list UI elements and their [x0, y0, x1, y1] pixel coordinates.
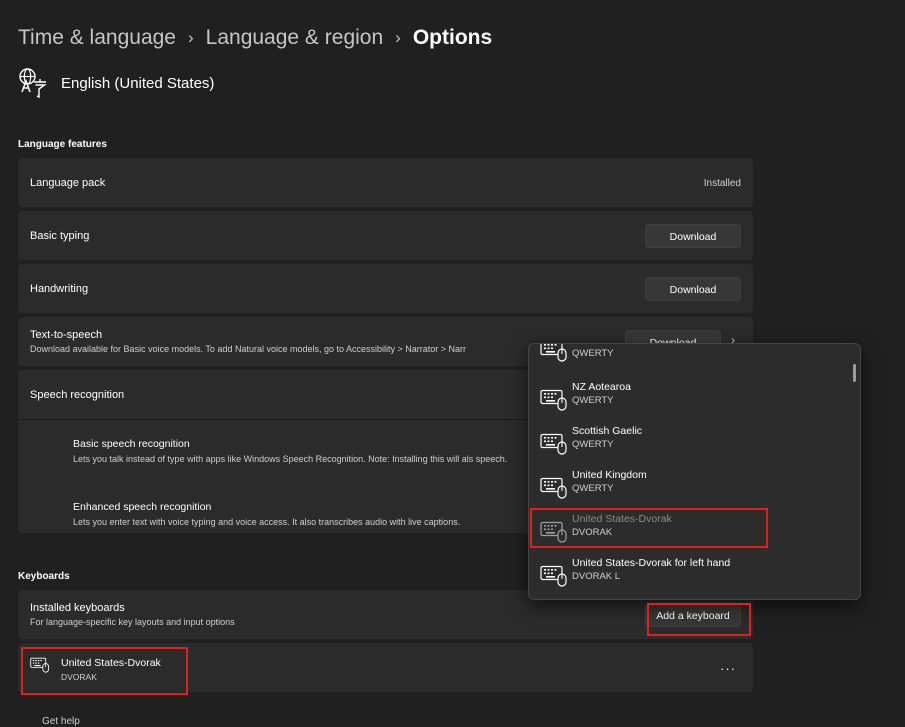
popup-item-name: Scottish Gaelic [572, 425, 643, 437]
page-title: Options [412, 26, 493, 49]
popup-keyboard-item[interactable]: QWERTY [529, 343, 849, 384]
language-pack-status: Installed [703, 178, 741, 189]
more-options-icon[interactable]: ··· [720, 661, 736, 676]
keyboard-icon [540, 389, 568, 411]
keyboard-icon [540, 343, 568, 362]
keyboard-icon [540, 477, 568, 499]
enhanced-speech-description: Lets you enter text with voice typing an… [73, 517, 461, 527]
popup-item-name: United Kingdom [572, 469, 647, 481]
popup-keyboard-item[interactable]: United States-Dvorak for left hand DVORA… [529, 557, 849, 600]
keyboard-icon [540, 565, 568, 587]
breadcrumb-time-language[interactable]: Time & language [18, 26, 176, 50]
tts-label: Text-to-speech [30, 329, 103, 341]
speech-recognition-label: Speech recognition [30, 389, 125, 401]
language-icon [19, 68, 47, 99]
keyboard-icon [540, 433, 568, 455]
popup-item-layout: QWERTY [572, 483, 614, 494]
breadcrumb-language-region[interactable]: Language & region [206, 26, 384, 50]
basic-typing-label: Basic typing [30, 230, 90, 242]
get-help-link[interactable]: Get help [42, 716, 80, 727]
language-header: English (United States) [18, 66, 214, 100]
highlight-box [530, 508, 768, 548]
popup-keyboard-item[interactable]: NZ Aotearoa QWERTY [529, 381, 849, 425]
installed-keyboards-description: For language-specific key layouts and in… [30, 617, 235, 627]
enhanced-speech-title: Enhanced speech recognition [73, 501, 212, 513]
basic-typing-download-button[interactable]: Download [645, 224, 741, 248]
popup-keyboard-item[interactable]: Scottish Gaelic QWERTY [529, 425, 849, 469]
language-features-heading: Language features [18, 139, 107, 150]
basic-speech-description: Lets you talk instead of type with apps … [73, 454, 508, 464]
chevron-right-icon: › [395, 28, 401, 47]
installed-keyboards-label: Installed keyboards [30, 602, 125, 614]
handwriting-row: Handwriting Download [18, 264, 753, 313]
highlight-box [647, 603, 751, 636]
popup-item-layout: QWERTY [572, 439, 614, 450]
popup-item-name: United States-Dvorak for left hand [572, 557, 731, 569]
keyboard-picker-popup: QWERTY NZ Aotearoa QWERTY Scottish Gaeli… [528, 343, 861, 600]
basic-speech-title: Basic speech recognition [73, 438, 190, 450]
popup-item-layout: DVORAK L [572, 571, 621, 582]
tts-description: Download available for Basic voice model… [30, 344, 467, 354]
popup-item-layout: QWERTY [572, 395, 614, 406]
popup-item-name: NZ Aotearoa [572, 381, 631, 393]
popup-keyboard-item[interactable]: United Kingdom QWERTY [529, 469, 849, 513]
keyboards-heading: Keyboards [18, 571, 70, 582]
popup-item-layout: QWERTY [572, 348, 614, 359]
handwriting-label: Handwriting [30, 283, 89, 295]
chevron-right-icon: › [187, 28, 194, 47]
breadcrumb: Time & language › Language & region › Op… [18, 26, 492, 50]
language-pack-row: Language pack Installed [18, 158, 753, 207]
language-name: English (United States) [61, 74, 215, 92]
popup-scrollbar[interactable] [853, 364, 856, 382]
highlight-box [21, 647, 188, 695]
basic-typing-row: Basic typing Download [18, 211, 753, 260]
handwriting-download-button[interactable]: Download [645, 277, 741, 301]
language-pack-label: Language pack [30, 177, 106, 189]
